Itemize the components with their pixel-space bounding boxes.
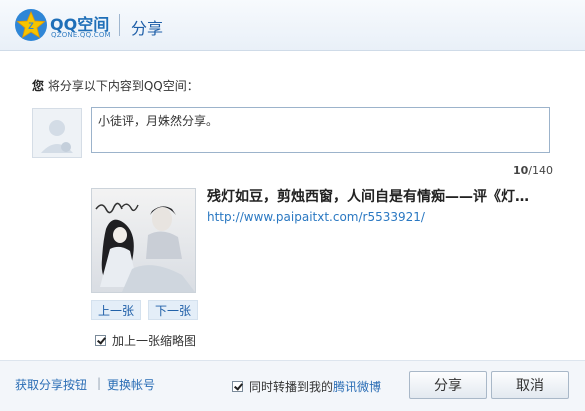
qzone-star-logo-icon: Z [15,9,47,41]
article-thumbnail [91,188,196,293]
char-count-total: /140 [528,164,553,177]
share-prompt: 您 将分享以下内容到QQ空间： [32,77,199,94]
svg-text:Z: Z [28,21,34,31]
dialog-title: 分享 [131,19,164,38]
switch-account-link[interactable]: 更换帐号 [107,376,155,393]
prompt-text: 将分享以下内容到QQ空间： [47,79,199,93]
include-thumbnail-option[interactable]: 加上一张缩略图 [95,332,196,349]
share-button[interactable]: 分享 [409,371,487,399]
article-title: 残灯如豆，剪烛西窗，人间自是有情痴——评《灯… [207,189,529,205]
tencent-weibo-link[interactable]: 腾讯微博 [333,378,381,395]
header-divider [119,14,120,36]
char-counter: 10/140 [513,164,553,177]
prompt-you: 您 [32,79,45,93]
char-count-current: 10 [512,164,529,177]
sync-weibo-option[interactable]: 同时转播到我的 腾讯微博 [232,378,381,395]
include-thumbnail-checkbox[interactable] [95,335,106,346]
logo-subtext: QZONE.QQ.COM [51,31,111,39]
dialog-footer: 获取分享按钮 | 更换帐号 同时转播到我的 腾讯微博 分享 取消 [0,360,585,411]
book-cover-image [92,189,195,292]
next-image-button[interactable]: 下一张 [148,300,199,320]
get-share-button-link[interactable]: 获取分享按钮 [15,376,87,393]
avatar [32,108,82,158]
share-comment-input[interactable]: 小徒评，月姝然分享。 [91,107,550,153]
article-url-link[interactable]: http://www.paipaitxt.com/r5533921/ [207,210,425,224]
sync-weibo-prefix: 同时转播到我的 [249,380,334,394]
cancel-button[interactable]: 取消 [491,371,569,399]
include-thumbnail-label: 加上一张缩略图 [112,334,197,348]
default-avatar-icon [33,109,81,157]
footer-separator: | [97,376,102,390]
previous-image-button[interactable]: 上一张 [91,300,142,320]
dialog-header: Z QQ空间 QZONE.QQ.COM 分享 [0,0,585,51]
sync-weibo-checkbox[interactable] [232,381,243,392]
